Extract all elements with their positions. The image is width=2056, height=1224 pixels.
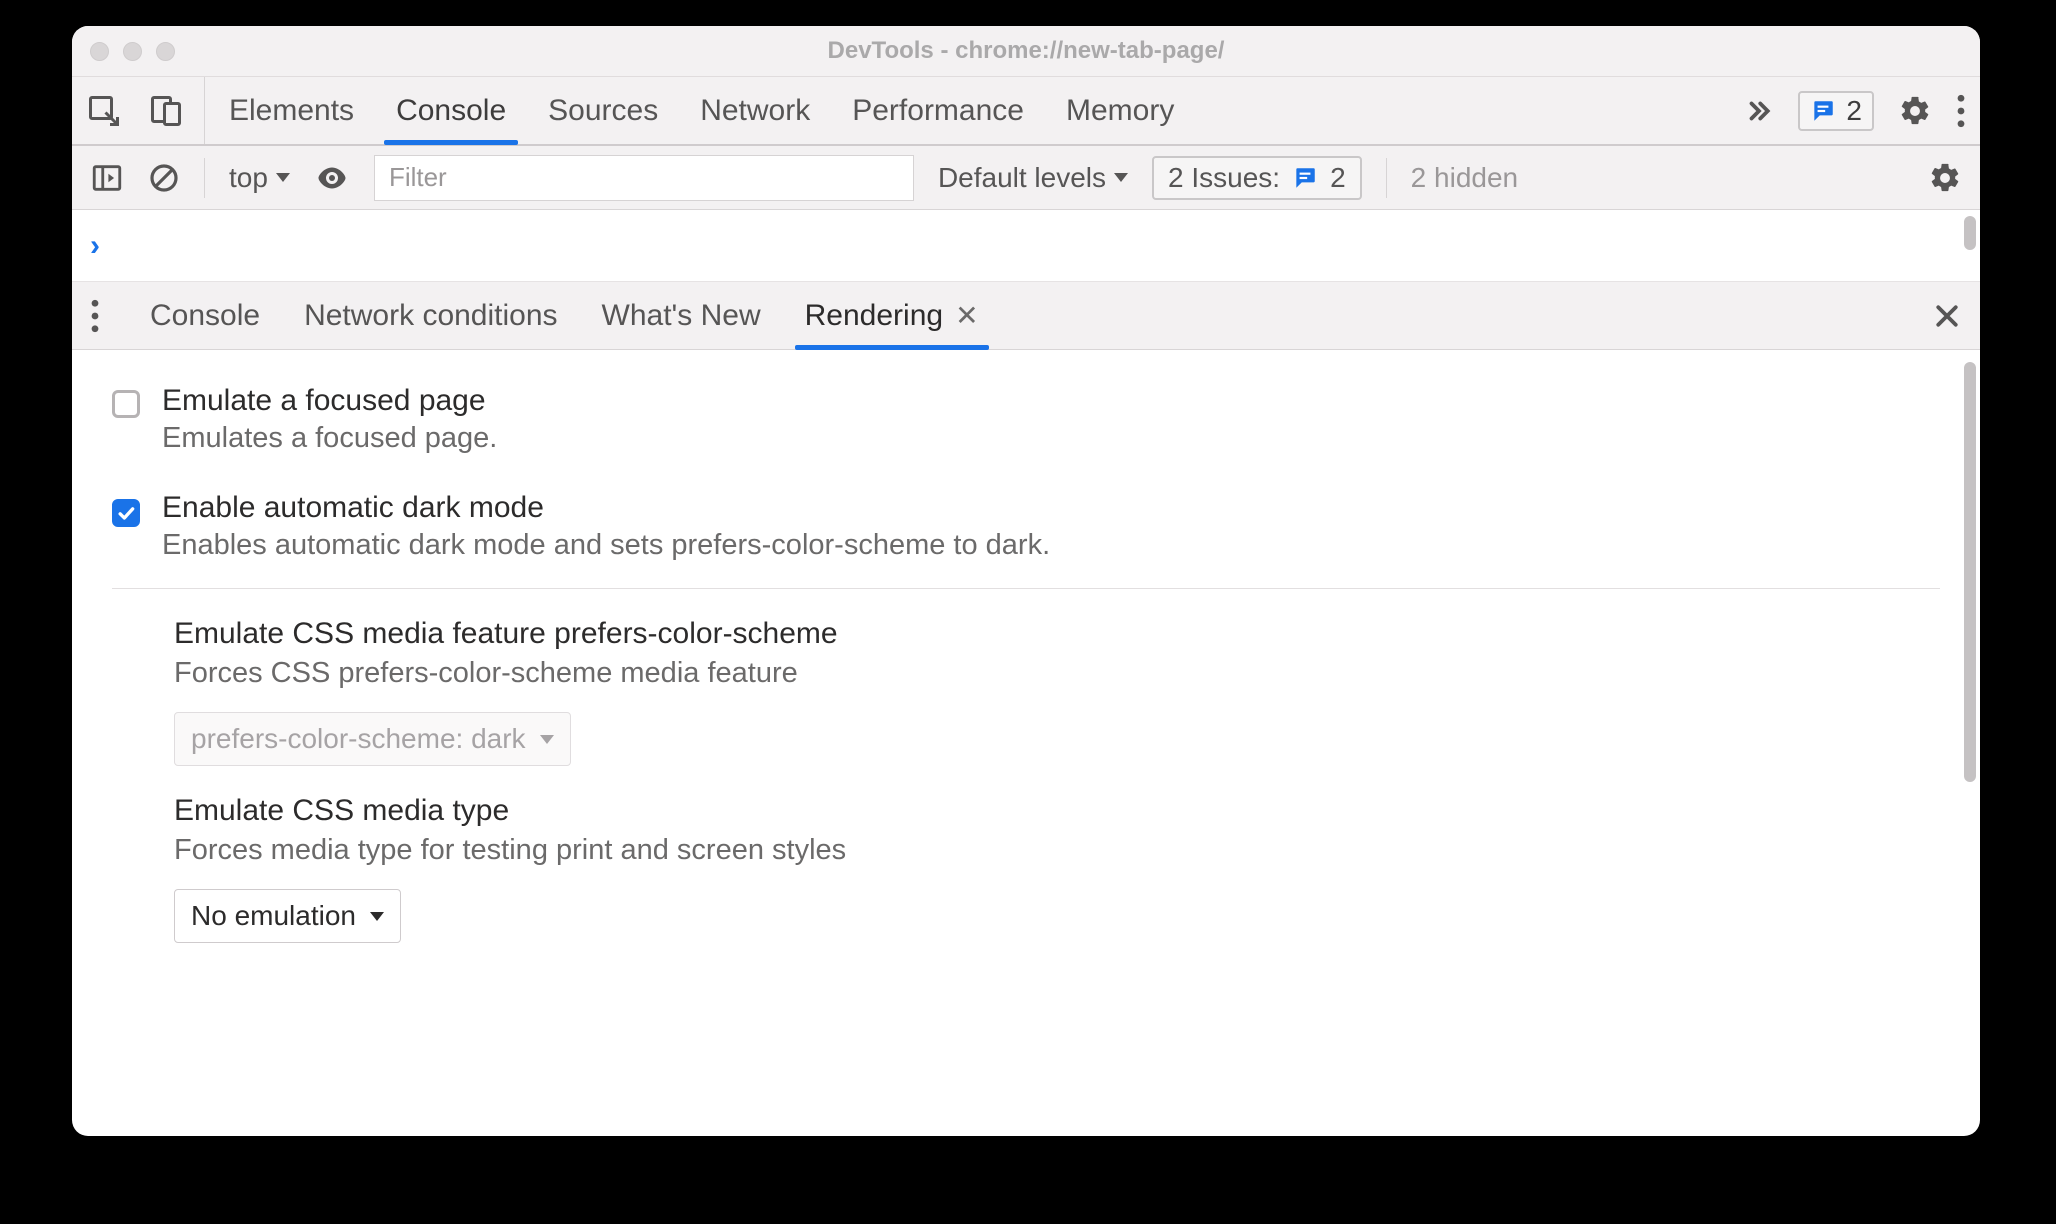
kebab-menu-icon[interactable]	[1956, 94, 1966, 128]
devtools-window: DevTools - chrome://new-tab-page/ Elemen…	[72, 26, 1980, 1136]
tab-elements[interactable]: Elements	[229, 77, 354, 144]
option-label: Emulate a focused page	[162, 384, 497, 418]
tab-network[interactable]: Network	[700, 77, 810, 144]
rendering-panel: Emulate a focused page Emulates a focuse…	[72, 350, 1980, 1136]
tab-performance[interactable]: Performance	[852, 77, 1024, 144]
group-desc: Forces CSS prefers-color-scheme media fe…	[174, 657, 1940, 690]
drawer-kebab-icon[interactable]	[90, 282, 100, 349]
issues-button[interactable]: 2 Issues: 2	[1152, 156, 1362, 200]
select-value: No emulation	[191, 900, 356, 932]
filter-input[interactable]	[374, 155, 914, 201]
window-title: DevTools - chrome://new-tab-page/	[72, 37, 1980, 65]
caret-down-icon	[1114, 173, 1128, 182]
caret-down-icon	[276, 173, 290, 182]
drawer-tab-console[interactable]: Console	[150, 282, 260, 349]
drawer-tabs: Console Network conditions What's New Re…	[72, 282, 1980, 350]
drawer-tab-whats-new[interactable]: What's New	[602, 282, 761, 349]
messages-badge[interactable]: 2	[1798, 91, 1874, 131]
checkbox-auto-dark-mode[interactable]	[112, 497, 140, 562]
caret-down-icon	[540, 735, 554, 744]
inspect-element-icon[interactable]	[86, 93, 122, 129]
select-media-type[interactable]: No emulation	[174, 889, 401, 943]
hidden-count-label[interactable]: 2 hidden	[1411, 162, 1518, 194]
divider	[112, 588, 1940, 589]
log-levels-label: Default levels	[938, 162, 1106, 194]
context-label: top	[229, 162, 268, 194]
tab-sources[interactable]: Sources	[548, 77, 658, 144]
tab-memory[interactable]: Memory	[1066, 77, 1174, 144]
log-levels-selector[interactable]: Default levels	[938, 162, 1128, 194]
main-toolbar: Elements Console Sources Network Perform…	[72, 76, 1980, 146]
option-desc: Emulates a focused page.	[162, 422, 497, 455]
caret-down-icon	[370, 912, 384, 921]
option-emulate-focused-page: Emulate a focused page Emulates a focuse…	[112, 368, 1940, 475]
group-media-type: Emulate CSS media type Forces media type…	[112, 788, 1940, 965]
group-desc: Forces media type for testing print and …	[174, 834, 1940, 867]
group-label: Emulate CSS media type	[174, 794, 1940, 828]
context-selector[interactable]: top	[229, 162, 290, 194]
option-desc: Enables automatic dark mode and sets pre…	[162, 529, 1050, 562]
clear-console-icon[interactable]	[148, 162, 180, 194]
select-prefers-color-scheme[interactable]: prefers-color-scheme: dark	[174, 712, 571, 766]
chevron-right-icon: ›	[90, 229, 100, 263]
messages-badge-count: 2	[1846, 95, 1862, 127]
group-label: Emulate CSS media feature prefers-color-…	[174, 617, 1940, 651]
drawer-tab-rendering-label: Rendering	[805, 299, 943, 333]
live-expression-icon[interactable]	[314, 160, 350, 196]
chat-icon	[1810, 98, 1836, 124]
titlebar: DevTools - chrome://new-tab-page/	[72, 26, 1980, 76]
toggle-sidebar-icon[interactable]	[90, 161, 124, 195]
settings-icon[interactable]	[1898, 94, 1932, 128]
close-icon[interactable]: ✕	[955, 299, 978, 332]
group-prefers-color-scheme: Emulate CSS media feature prefers-color-…	[112, 611, 1940, 788]
option-label: Enable automatic dark mode	[162, 491, 1050, 525]
option-auto-dark-mode: Enable automatic dark mode Enables autom…	[112, 475, 1940, 582]
device-toolbar-icon[interactable]	[148, 93, 184, 129]
drawer-tab-rendering[interactable]: Rendering ✕	[805, 282, 979, 349]
checkbox-emulate-focused-page[interactable]	[112, 390, 140, 455]
scrollbar[interactable]	[1964, 216, 1976, 250]
issues-label: 2 Issues:	[1168, 162, 1280, 194]
tab-console[interactable]: Console	[396, 77, 506, 144]
select-value: prefers-color-scheme: dark	[191, 723, 526, 755]
scrollbar[interactable]	[1964, 362, 1976, 782]
drawer-tab-network-conditions[interactable]: Network conditions	[304, 282, 557, 349]
issues-count: 2	[1330, 162, 1346, 194]
more-tabs-icon[interactable]	[1744, 96, 1774, 126]
chat-icon	[1292, 165, 1318, 191]
main-tabs: Elements Console Sources Network Perform…	[229, 77, 1174, 144]
console-prompt[interactable]: ›	[72, 210, 1980, 282]
console-settings-icon[interactable]	[1928, 161, 1962, 195]
console-toolbar: top Default levels 2 Issues: 2 2 hidden	[72, 146, 1980, 210]
drawer-close-icon[interactable]	[1932, 282, 1962, 349]
